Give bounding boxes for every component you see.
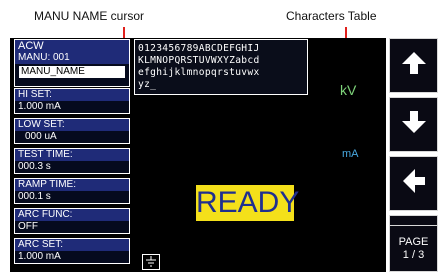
char-row-2: KLMNOPQRSTUVWXYZabcd [138,55,260,66]
low-set-value: 000 uA [25,131,57,142]
ground-icon [142,254,160,270]
arc-func-label: ARC FUNC: [15,209,129,221]
arc-set-value: 1.000 mA [18,251,61,262]
manu-name-field[interactable]: MANU_NAME [19,66,125,78]
test-time-label: TEST TIME: [15,149,129,161]
low-set-label: LOW SET: [15,119,129,131]
ramp-time-param[interactable]: RAMP TIME: 000.1 s [14,178,130,204]
hi-set-label: HI SET: [15,89,129,101]
down-softkey[interactable] [389,97,438,152]
arc-func-value: OFF [18,221,38,232]
mode-label: ACW [15,40,129,52]
left-arrow-icon [400,167,428,200]
status-ready-badge: READY [196,185,300,221]
up-softkey[interactable] [389,38,438,93]
char-row-1: 0123456789ABCDEFGHIJ [138,43,260,54]
voltage-unit: kV [340,82,357,98]
manu-name-cursor-callout: MANU NAME cursor [34,9,145,23]
up-arrow-icon [400,49,428,82]
char-row-3: efghijklmnopqrstuvwx [138,67,260,78]
test-time-value: 000.3 s [18,161,51,172]
ramp-time-value: 000.1 s [18,191,51,202]
page-label: PAGE [398,235,429,248]
hi-set-param[interactable]: HI SET: 1.000 mA [14,88,130,114]
arc-set-param[interactable]: ARC SET: 1.000 mA [14,238,130,264]
left-softkey[interactable] [389,156,438,211]
current-unit: mA [342,148,359,160]
characters-table[interactable]: 0123456789ABCDEFGHIJ KLMNOPQRSTUVWXYZabc… [134,39,308,95]
arc-set-label: ARC SET: [15,239,129,251]
arc-func-param[interactable]: ARC FUNC: OFF [14,208,130,234]
tester-display: ACW MANU: 001 MANU_NAME HI SET: 1.000 mA… [10,38,386,272]
page-number: 1 / 3 [402,248,425,261]
hi-set-value: 1.000 mA [18,101,61,112]
manu-number: MANU: 001 [15,52,129,64]
char-row-4: yz_ [138,79,157,90]
page-softkey[interactable]: PAGE 1 / 3 [389,225,438,272]
down-arrow-icon [400,108,428,141]
characters-table-callout: Characters Table [286,9,377,23]
test-time-param[interactable]: TEST TIME: 000.3 s [14,148,130,174]
low-set-param[interactable]: LOW SET: 000 uA [14,118,130,144]
mode-panel: ACW MANU: 001 MANU_NAME [14,39,130,87]
ramp-time-label: RAMP TIME: [15,179,129,191]
